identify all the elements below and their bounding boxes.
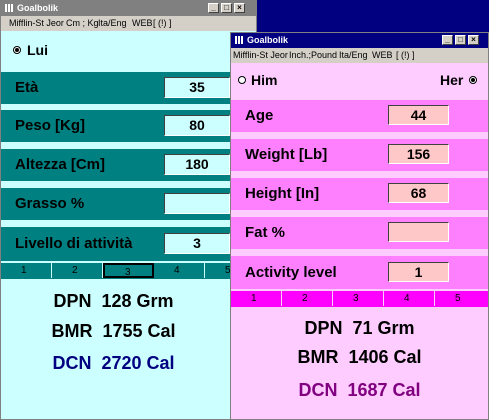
app-icon [5,4,13,12]
radio-lui[interactable] [13,46,21,54]
menu-language[interactable]: Ita/Eng [339,48,368,63]
result-dpn: DPN 128 Grm [53,291,174,311]
field-label: Grasso % [15,195,85,212]
tab-3[interactable]: 3 [103,263,154,278]
field-row-peso: Peso [Kg] 80 [1,110,256,143]
maximize-button[interactable]: □ [221,3,232,13]
window-title: Goalbolik [247,35,289,45]
menu-formula[interactable]: Mifflin-St Jeor [233,48,288,63]
peso-input[interactable]: 80 [164,115,230,136]
radio-her[interactable] [469,76,477,84]
field-label: Peso [Kg] [15,117,86,134]
menu-web[interactable]: WEB [372,48,393,63]
tab-5[interactable]: 5 [435,291,488,306]
result-dpn: DPN 71 Grm [304,318,415,338]
result-bmr: BMR 1406 Cal [297,347,422,367]
tab-2[interactable]: 2 [52,263,103,278]
height-input[interactable]: 68 [388,183,449,203]
field-row-eta: Età 35 [1,72,256,105]
fat-input[interactable] [388,222,449,242]
tab-1[interactable]: 1 [1,263,52,278]
minimize-button[interactable]: _ [442,35,453,45]
weight-input[interactable]: 156 [388,144,449,164]
field-label: Height [In] [245,185,320,202]
field-row-age: Age 44 [231,100,488,133]
field-label: Altezza [Cm] [15,156,106,173]
altezza-input[interactable]: 180 [164,154,230,175]
titlebar[interactable]: Goalbolik _ □ × [1,1,256,16]
menu-units[interactable]: Inch.;Pound [289,48,337,63]
tab-1[interactable]: 1 [231,291,282,306]
result-dcn: DCN 2720 Cal [52,353,175,373]
maximize-button[interactable]: □ [455,35,466,45]
activity-tabs: 1 2 3 4 5 [1,263,256,279]
close-button[interactable]: × [234,3,245,13]
menu-formula[interactable]: Mifflin-St Jeor [9,16,64,31]
gender-selector: Lui Le [1,38,256,62]
age-input[interactable]: 44 [388,105,449,125]
field-label: Weight [Lb] [245,146,328,163]
field-label: Età [15,79,39,96]
field-row-altezza: Altezza [Cm] 180 [1,149,256,182]
field-label: Fat % [245,224,286,241]
menu-language[interactable]: Ita/Eng [98,16,127,31]
radio-her-label[interactable]: Her [440,72,463,88]
radio-him[interactable] [238,76,246,84]
eta-input[interactable]: 35 [164,77,230,98]
field-label: Activity level [245,264,337,281]
tab-3[interactable]: 3 [333,291,384,306]
menu-web[interactable]: WEB [132,16,153,31]
field-row-height: Height [In] 68 [231,178,488,211]
english-window: Goalbolik _ □ × Mifflin-St Jeor Inch.;Po… [230,32,489,420]
field-row-weight: Weight [Lb] 156 [231,139,488,172]
field-row-activity: Activity level 1 [231,256,488,290]
activity-tabs: 1 2 3 4 5 [231,291,488,307]
result-bmr: BMR 1755 Cal [51,321,176,341]
tab-4[interactable]: 4 [154,263,205,278]
activity-input[interactable]: 1 [388,262,449,282]
result-dcn: DCN 1687 Cal [298,380,421,400]
field-row-livello: Livello di attività 3 [1,227,256,262]
field-row-fat: Fat % [231,217,488,250]
menubar: Mifflin-St Jeor Inch.;Pound Ita/Eng WEB … [231,48,488,63]
titlebar[interactable]: Goalbolik _ □ × [231,33,488,48]
minimize-button[interactable]: _ [208,3,219,13]
field-row-grasso: Grasso % [1,188,256,221]
livello-input[interactable]: 3 [164,233,230,254]
close-button[interactable]: × [468,35,479,45]
menu-units[interactable]: Cm ; Kg [66,16,99,31]
radio-him-label[interactable]: Him [251,72,277,88]
menu-about[interactable]: [ (!) ] [396,48,415,63]
gender-selector: Him Her [231,68,488,92]
italian-window: Goalbolik _ □ × Mifflin-St Jeor Cm ; Kg … [0,0,257,420]
field-label: Age [245,107,274,124]
menu-about[interactable]: [ (!) ] [153,16,172,31]
grasso-input[interactable] [164,193,230,214]
field-label: Livello di attività [15,235,133,252]
tab-2[interactable]: 2 [282,291,333,306]
menubar: Mifflin-St Jeor Cm ; Kg Ita/Eng WEB [ (!… [1,16,256,31]
window-title: Goalbolik [17,3,59,13]
app-icon [235,36,243,44]
radio-lui-label[interactable]: Lui [27,42,48,58]
tab-4[interactable]: 4 [384,291,435,306]
